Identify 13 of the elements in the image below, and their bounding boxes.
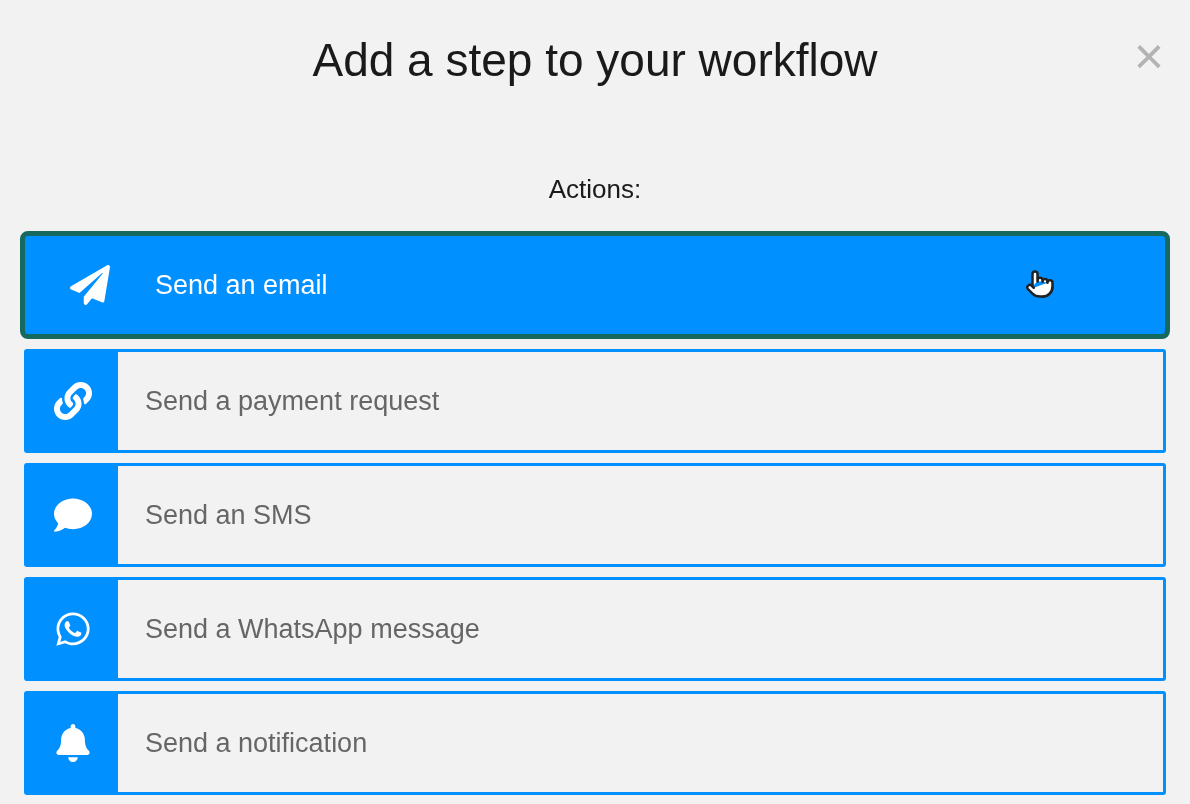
action-item[interactable]: Send an SMS: [24, 463, 1166, 567]
section-label: Actions:: [548, 173, 642, 206]
action-item[interactable]: Send a WhatsApp message: [24, 577, 1166, 681]
whatsapp-icon: [53, 610, 92, 648]
action-item[interactable]: Send a payment request: [24, 349, 1166, 453]
action-item[interactable]: Send a notification: [24, 691, 1166, 795]
speech-bubble-icon: [53, 496, 92, 534]
action-item[interactable]: Send an email: [20, 231, 1170, 339]
hand-pointer-icon: [1025, 269, 1055, 299]
paper-plane-icon: [70, 265, 110, 305]
dialog-title: Add a step to your workflow: [312, 32, 878, 88]
bell-icon: [53, 724, 92, 762]
link-icon: [53, 382, 92, 420]
